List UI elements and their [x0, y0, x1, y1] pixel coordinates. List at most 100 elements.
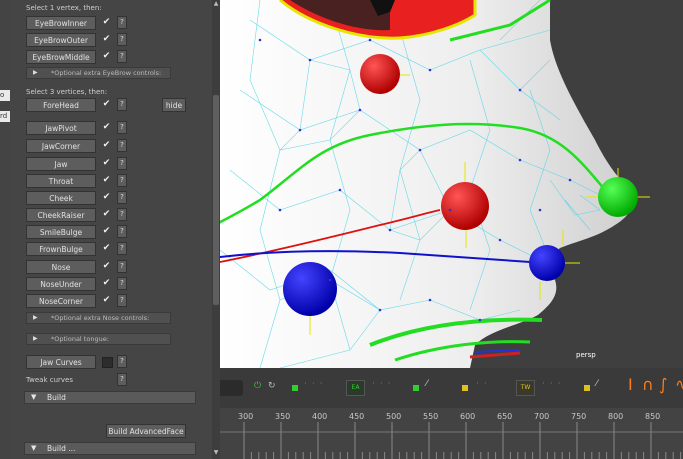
select-three-vertices-label: Select 3 vertices, then:: [26, 88, 108, 96]
timeline-tick-marks: [220, 422, 683, 459]
key-dots: ···: [304, 379, 328, 389]
key-yellow-marker[interactable]: [584, 385, 590, 391]
optional-tongue-section[interactable]: ▶ *Optional tongue:: [26, 333, 171, 345]
nose-check[interactable]: ✔: [101, 260, 112, 273]
eyebrow-inner-button[interactable]: EyeBrowInner: [26, 16, 96, 30]
key-yellow-marker[interactable]: [462, 385, 468, 391]
nose-under-check[interactable]: ✔: [101, 277, 112, 290]
nose-under-control-sphere[interactable]: [283, 262, 337, 316]
viewport-3d[interactable]: persp: [220, 0, 683, 368]
key-green-marker[interactable]: [413, 385, 419, 391]
time-slider-toolbar: ⏻ ↻ ··· EA ··· ⁄ ·· TW ··· ⁄ I ∩ ∫ ∿: [220, 368, 683, 408]
eyebrow-middle-button[interactable]: EyeBrowMiddle: [26, 50, 96, 64]
nose-tip-control-sphere[interactable]: [598, 177, 638, 217]
tangent-small-icon[interactable]: ⁄: [596, 379, 598, 389]
collapse-arrow-icon: ▼: [31, 393, 37, 401]
scroll-down-arrow-icon[interactable]: ▼: [212, 449, 220, 457]
timeline-ruler[interactable]: 300 350 400 450 500 550 600 650 700 750 800 850: [220, 408, 683, 459]
eyebrow-inner-check[interactable]: ✔: [101, 16, 112, 29]
jaw-pivot-help-button[interactable]: ?: [117, 121, 127, 134]
optional-eyebrow-section[interactable]: ▶ *Optional extra EyeBrow controls:: [26, 67, 171, 79]
jaw-curves-checkbox[interactable]: [102, 357, 113, 368]
expand-arrow-icon: ▶: [33, 69, 38, 76]
key-green-marker[interactable]: [292, 385, 298, 391]
nose-button[interactable]: Nose: [26, 260, 96, 274]
nose-under-button[interactable]: NoseUnder: [26, 277, 96, 291]
flat-tangent-icon[interactable]: ∿: [675, 375, 683, 394]
build-section-header[interactable]: ▼ Build: [24, 391, 196, 404]
tweak-curves-label: Tweak curves: [26, 376, 73, 384]
jaw-curves-help-button[interactable]: ?: [117, 355, 127, 368]
scrollbar-thumb[interactable]: [213, 95, 219, 305]
collapse-arrow-icon: ▼: [31, 444, 37, 452]
rig-control-panel: Select 1 vertex, then: EyeBrowInner ✔ ? …: [10, 0, 220, 459]
camera-label: persp: [576, 351, 596, 359]
cheek-check[interactable]: ✔: [101, 191, 112, 204]
left-edge-strip: o rd: [0, 0, 10, 459]
jaw-corner-button[interactable]: JawCorner: [26, 139, 96, 153]
cheek-raiser-check[interactable]: ✔: [101, 208, 112, 221]
nose-corner-check[interactable]: ✔: [101, 294, 112, 307]
spline-tangent-icon[interactable]: ∫: [659, 375, 667, 394]
forehead-control-sphere[interactable]: [360, 54, 400, 94]
eyebrow-outer-help-button[interactable]: ?: [117, 33, 127, 46]
jaw-curves-button[interactable]: Jaw Curves: [26, 355, 96, 369]
cheek-button[interactable]: Cheek: [26, 191, 96, 205]
jaw-pivot-button[interactable]: JawPivot: [26, 121, 96, 135]
jaw-corner-check[interactable]: ✔: [101, 139, 112, 152]
tweak-curves-help-button[interactable]: ?: [117, 373, 127, 386]
eyebrow-middle-check[interactable]: ✔: [101, 50, 112, 63]
key-dots: ···: [372, 379, 396, 389]
ea-key-button[interactable]: EA: [346, 380, 365, 396]
face-mesh-render: [220, 0, 650, 368]
build-more-section-header[interactable]: ▼ Build ...: [24, 442, 196, 455]
nose-corner-button[interactable]: NoseCorner: [26, 294, 96, 308]
tw-key-button[interactable]: TW: [516, 380, 535, 396]
smile-bulge-check[interactable]: ✔: [101, 225, 112, 238]
nose-corner-help-button[interactable]: ?: [117, 294, 127, 307]
throat-check[interactable]: ✔: [101, 174, 112, 187]
build-advanced-face-button[interactable]: Build AdvancedFace: [106, 424, 186, 438]
expand-arrow-icon: ▶: [33, 314, 38, 321]
throat-button[interactable]: Throat: [26, 174, 96, 188]
cheek-raiser-button[interactable]: CheekRaiser: [26, 208, 96, 222]
forehead-check[interactable]: ✔: [101, 98, 112, 111]
step-tangent-icon[interactable]: I: [628, 375, 633, 394]
nose-help-button[interactable]: ?: [117, 260, 127, 273]
panel-scrollbar[interactable]: ▲ ▼: [212, 0, 220, 459]
cheek-help-button[interactable]: ?: [117, 191, 127, 204]
eyebrow-middle-help-button[interactable]: ?: [117, 50, 127, 63]
nose-corner-control-sphere[interactable]: [529, 245, 565, 281]
jaw-button[interactable]: Jaw: [26, 157, 96, 171]
frown-bulge-button[interactable]: FrownBulge: [26, 242, 96, 256]
jaw-corner-help-button[interactable]: ?: [117, 139, 127, 152]
current-frame-field[interactable]: [220, 380, 243, 396]
eyebrow-inner-help-button[interactable]: ?: [117, 16, 127, 29]
frown-bulge-help-button[interactable]: ?: [117, 242, 127, 255]
smile-bulge-help-button[interactable]: ?: [117, 225, 127, 238]
jaw-help-button[interactable]: ?: [117, 157, 127, 170]
forehead-button[interactable]: ForeHead: [26, 98, 96, 112]
scroll-up-arrow-icon[interactable]: ▲: [212, 0, 220, 8]
tangent-small-icon[interactable]: ⁄: [426, 379, 428, 389]
eyebrow-outer-check[interactable]: ✔: [101, 33, 112, 46]
jaw-pivot-check[interactable]: ✔: [101, 121, 112, 134]
select-one-vertex-label: Select 1 vertex, then:: [26, 4, 102, 12]
eyebrow-outer-button[interactable]: EyeBrowOuter: [26, 33, 96, 47]
expand-arrow-icon: ▶: [33, 335, 38, 342]
throat-help-button[interactable]: ?: [117, 174, 127, 187]
jaw-check[interactable]: ✔: [101, 157, 112, 170]
frown-bulge-check[interactable]: ✔: [101, 242, 112, 255]
refresh-icon[interactable]: ↻: [268, 381, 276, 391]
key-dots: ··: [476, 379, 492, 389]
key-dots: ···: [542, 379, 566, 389]
smile-bulge-button[interactable]: SmileBulge: [26, 225, 96, 239]
hide-button[interactable]: hide: [162, 98, 186, 112]
forehead-help-button[interactable]: ?: [117, 98, 127, 111]
linear-tangent-icon[interactable]: ∩: [642, 375, 654, 394]
cheek-control-sphere[interactable]: [441, 182, 489, 230]
cheek-raiser-help-button[interactable]: ?: [117, 208, 127, 221]
nose-under-help-button[interactable]: ?: [117, 277, 127, 290]
power-icon[interactable]: ⏻: [254, 381, 261, 391]
optional-nose-section[interactable]: ▶ *Optional extra Nose controls:: [26, 312, 171, 324]
